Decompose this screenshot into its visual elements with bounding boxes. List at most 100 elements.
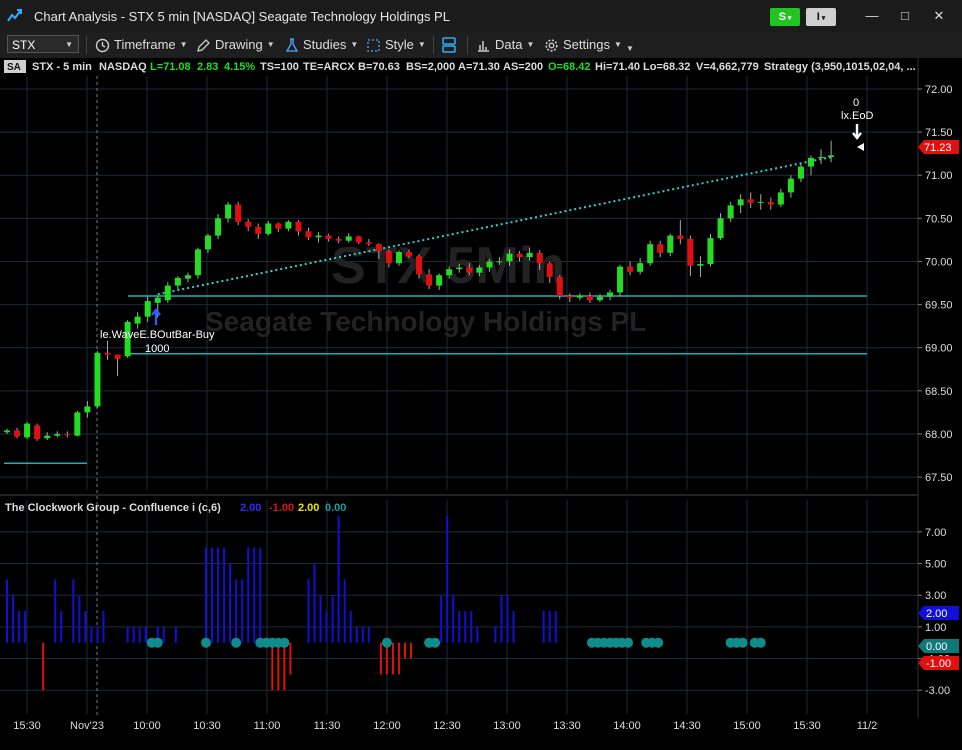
- time-tick-label: 10:00: [133, 720, 161, 732]
- minimize-button[interactable]: —: [860, 6, 884, 26]
- timeframe-menu[interactable]: Timeframe ▼: [95, 36, 188, 54]
- candle-body: [637, 263, 644, 272]
- time-tick-label: 15:30: [13, 720, 41, 732]
- maximize-button[interactable]: □: [893, 6, 917, 26]
- time-axis[interactable]: 15:30 Nov'23 10:00 10:30 11:00 11:30 12:00 12:3…: [13, 720, 877, 732]
- candle-body: [777, 192, 784, 205]
- candle-body: [667, 235, 674, 253]
- svg-text:2.00: 2.00: [926, 608, 947, 620]
- exit-quantity-label: 0: [853, 97, 859, 109]
- indicator-value-4: 0.00: [325, 502, 346, 514]
- candle: [94, 351, 101, 409]
- drawing-menu[interactable]: Drawing ▼: [196, 36, 275, 54]
- confluence-dot: [231, 637, 242, 648]
- candle-body: [265, 223, 272, 234]
- status-change: 2.83: [197, 61, 218, 73]
- candle-body: [797, 166, 804, 179]
- candle-body: [767, 201, 774, 205]
- candle-body: [787, 178, 794, 193]
- candle-body: [365, 242, 372, 245]
- toolbar-overflow-icon[interactable]: ▼: [626, 40, 634, 58]
- layout-icon: [442, 37, 456, 53]
- status-line: SA STX - 5 min NASDAQ L=71.08 2.83 4.15%…: [4, 60, 916, 73]
- candle-body: [305, 231, 312, 238]
- price-tick-label: 68.00: [925, 429, 953, 441]
- confluence-dot: [152, 637, 163, 648]
- indicator-value-2: -1.00: [269, 502, 294, 514]
- entry-signal-label: le.WaveE.BOutBar-Buy: [100, 329, 215, 341]
- candle-body: [627, 266, 634, 272]
- bar-chart-icon: [478, 40, 489, 52]
- indicator-title: The Clockwork Group - Confluence i (c,6): [5, 502, 221, 514]
- time-tick-label: 12:00: [373, 720, 401, 732]
- candle-body: [536, 252, 543, 264]
- time-tick-label: 13:00: [493, 720, 521, 732]
- svg-text:71.23: 71.23: [924, 142, 952, 154]
- candle-body: [375, 244, 382, 252]
- time-tick-label: 11/2: [857, 720, 878, 732]
- candle-body: [164, 285, 171, 301]
- candle-body: [596, 296, 603, 301]
- workspace-button[interactable]: [441, 36, 457, 54]
- candle-body: [747, 199, 754, 203]
- close-button[interactable]: ✕: [927, 6, 951, 26]
- candle-body: [566, 295, 573, 298]
- candle-body: [476, 267, 483, 273]
- indicator-tag-blue: 2.00: [918, 606, 959, 620]
- status-bid-size: BS=2,000: [406, 61, 455, 73]
- settings-menu[interactable]: Settings ▼: [544, 36, 622, 54]
- candle-body: [607, 292, 613, 297]
- chart-canvas[interactable]: STX 5Min Seagate Technology Holdings PL …: [0, 58, 962, 745]
- candle-body: [506, 253, 513, 262]
- time-tick-label: 14:30: [673, 720, 701, 732]
- candle: [235, 201, 242, 226]
- confluence-dot: [279, 637, 290, 648]
- candle-body: [345, 236, 352, 241]
- candle-body: [174, 277, 181, 286]
- watermark-company: Seagate Technology Holdings PL: [205, 306, 646, 337]
- style-icon: [367, 38, 380, 52]
- symbol-input[interactable]: STX ▼: [7, 35, 79, 53]
- status-exchange: NASDAQ: [99, 61, 147, 73]
- price-tick-label: 69.00: [925, 343, 953, 355]
- candle-body: [24, 423, 31, 438]
- candle: [74, 410, 81, 437]
- candle-body: [34, 425, 41, 440]
- status-bid: B=70.63: [358, 61, 400, 73]
- price-tick-label: 70.50: [925, 213, 953, 225]
- indicator-tick-label: 3.00: [925, 590, 946, 602]
- status-open: O=68.42: [548, 61, 591, 73]
- candle-body: [285, 221, 292, 229]
- confluence-dot: [755, 637, 766, 648]
- candle-body: [496, 261, 503, 263]
- pencil-icon: [197, 38, 210, 52]
- s-button[interactable]: S ▾: [770, 8, 800, 26]
- candle-body: [235, 204, 242, 222]
- price-tick-label: 72.00: [925, 84, 953, 96]
- candle-body: [818, 157, 825, 159]
- style-menu[interactable]: Style ▼: [366, 36, 426, 54]
- candle: [24, 421, 31, 440]
- time-tick-label: 11:00: [254, 720, 281, 732]
- candle-body: [466, 267, 473, 273]
- indicator-tick-label: 1.00: [925, 622, 946, 634]
- candle-body: [486, 261, 493, 268]
- studies-menu[interactable]: Studies ▼: [285, 36, 358, 54]
- candle-body: [84, 406, 91, 413]
- chart-area[interactable]: STX 5Min Seagate Technology Holdings PL …: [0, 58, 962, 745]
- watermark-symbol: STX 5Min: [331, 237, 565, 295]
- status-volume: V=4,662,779: [696, 61, 759, 73]
- candle-body: [546, 263, 553, 277]
- candle-body: [436, 275, 443, 286]
- candle-body: [687, 239, 694, 266]
- entry-quantity-label: 1000: [145, 343, 169, 355]
- status-ask: A=71.30: [458, 61, 500, 73]
- status-ts: TS=100: [260, 61, 299, 73]
- i-button[interactable]: I ▾: [806, 8, 836, 26]
- candle-body: [516, 253, 523, 258]
- candle-body: [586, 295, 593, 301]
- title-bar: Chart Analysis - STX 5 min [NASDAQ] Seag…: [0, 0, 962, 32]
- candle-body: [828, 155, 835, 158]
- window-title: Chart Analysis - STX 5 min [NASDAQ] Seag…: [34, 9, 450, 24]
- data-menu[interactable]: Data ▼: [476, 36, 534, 54]
